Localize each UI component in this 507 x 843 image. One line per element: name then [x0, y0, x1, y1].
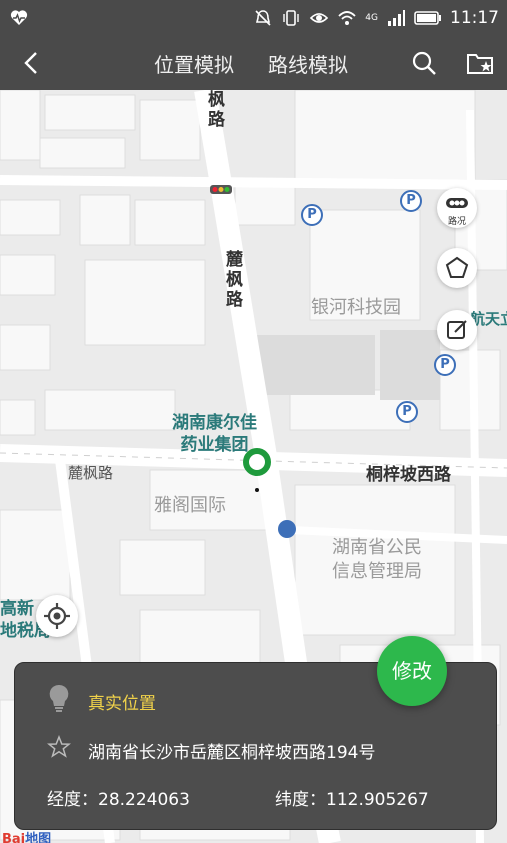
poi-gongmin-info-bureau[interactable]: 湖南省公民 信息管理局	[332, 536, 422, 584]
tab-location-simulation[interactable]: 位置模拟	[154, 49, 234, 78]
parking-marker[interactable]: P	[434, 354, 456, 376]
poi-kangerjia[interactable]: 湖南康尔佳 药业集团	[172, 412, 257, 456]
signal-icon	[388, 10, 405, 26]
map-layers-button[interactable]	[437, 248, 477, 288]
edit-map-button[interactable]	[437, 310, 477, 350]
road-label-lufeng-vertical: 麓枫路	[226, 250, 243, 310]
longitude-label: 经度：	[47, 790, 98, 810]
address-text: 湖南省长沙市岳麓区桐梓坡西路194号	[88, 743, 376, 763]
clock: 11:17	[450, 8, 499, 28]
mute-icon	[255, 10, 271, 26]
latitude-readout: 纬度：112.905267	[275, 785, 429, 810]
pentagon-icon	[445, 256, 469, 278]
longitude-value: 28.224063	[98, 790, 190, 810]
lightbulb-icon	[49, 684, 69, 712]
back-arrow-icon[interactable]	[18, 49, 46, 77]
longitude-readout: 经度：28.224063	[47, 785, 190, 810]
parking-marker[interactable]: P	[400, 190, 422, 212]
road-label-lufeng-left: 麓枫路	[68, 464, 114, 482]
favorites-folder-icon[interactable]	[465, 49, 495, 77]
traffic-toggle-button[interactable]: 路况	[437, 188, 477, 228]
panel-title: 真实位置	[88, 694, 156, 714]
status-bar: 4G 11:17	[0, 0, 507, 36]
search-icon[interactable]	[410, 49, 438, 77]
pin-point	[255, 488, 259, 492]
modify-button[interactable]: 修改	[377, 636, 447, 706]
road-label-tongzipo: 桐梓坡西路	[366, 465, 451, 485]
parking-marker[interactable]: P	[301, 204, 323, 226]
battery-icon	[414, 11, 441, 25]
heart-pulse-icon	[10, 10, 28, 25]
location-pin-icon[interactable]	[243, 448, 271, 476]
poi-yage-international[interactable]: 雅阁国际	[154, 494, 226, 518]
road-label-lufeng-top: 枫 路	[208, 90, 225, 130]
poi-yinhe-tech-park[interactable]: 银河科技园	[311, 296, 401, 320]
edit-icon	[447, 320, 467, 339]
vibrate-icon	[283, 10, 299, 26]
baidu-map-logo: Bai地图	[2, 832, 52, 843]
traffic-icon	[446, 198, 468, 208]
star-icon[interactable]	[47, 735, 71, 759]
eye-comfort-icon	[310, 13, 329, 23]
traffic-label: 路况	[447, 217, 466, 227]
app-header: 位置模拟 路线模拟	[0, 36, 507, 90]
locate-crosshair-icon	[44, 603, 70, 629]
wifi-icon	[338, 11, 356, 25]
latitude-value: 112.905267	[326, 790, 429, 810]
network-type: 4G	[365, 13, 378, 23]
locate-me-button[interactable]	[36, 595, 78, 637]
tab-route-simulation[interactable]: 路线模拟	[268, 49, 348, 78]
latitude-label: 纬度：	[275, 790, 326, 810]
map-view[interactable]: 枫 路 麓枫路 麓枫路 桐梓坡西路 湖南康尔佳 药业集团 银河科技园 雅阁国际 …	[0, 90, 507, 843]
parking-marker[interactable]: P	[396, 401, 418, 423]
